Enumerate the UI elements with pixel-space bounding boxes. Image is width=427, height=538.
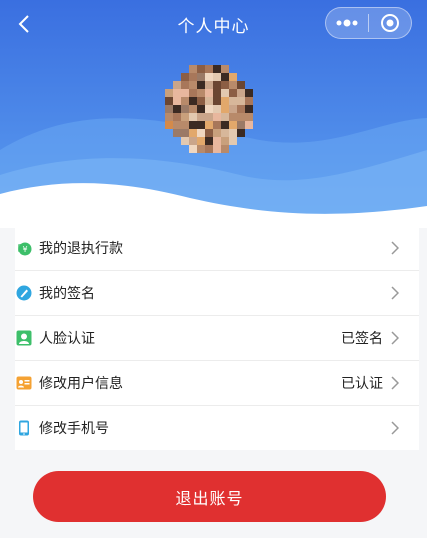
- menu-item-label: 我的退执行款: [39, 241, 123, 257]
- menu-item-change-phone[interactable]: 修改手机号: [15, 406, 419, 450]
- chevron-right-icon: [391, 376, 403, 390]
- profile-menu: ¥ 我的退执行款 我的签名 人脸认证 已签名 修改用户信息 已认证 修改手机号: [15, 226, 419, 450]
- close-button[interactable]: [369, 8, 411, 38]
- pen-icon: [16, 285, 32, 301]
- mini-program-capsule: [325, 7, 412, 39]
- user-card-icon: [16, 375, 32, 391]
- chevron-right-icon: [391, 241, 403, 255]
- menu-item-value: 已签名: [341, 331, 383, 347]
- chevron-right-icon: [391, 286, 403, 300]
- menu-item-label: 修改用户信息: [39, 376, 123, 392]
- profile-header: 个人中心: [0, 0, 427, 228]
- avatar[interactable]: [165, 65, 253, 153]
- menu-item-value: 已认证: [341, 376, 383, 392]
- svg-text:¥: ¥: [22, 245, 27, 254]
- phone-icon: [16, 420, 32, 436]
- more-button[interactable]: [326, 8, 368, 38]
- chevron-right-icon: [391, 421, 403, 435]
- menu-item-label: 修改手机号: [39, 421, 109, 437]
- menu-item-face-auth[interactable]: 人脸认证 已签名: [15, 316, 419, 361]
- menu-item-refund[interactable]: ¥ 我的退执行款: [15, 226, 419, 271]
- menu-item-signature[interactable]: 我的签名: [15, 271, 419, 316]
- face-id-icon: [16, 330, 32, 346]
- money-bag-icon: ¥: [16, 240, 32, 256]
- logout-button[interactable]: 退出账号: [33, 471, 386, 522]
- more-dots-icon: [336, 19, 358, 27]
- menu-item-label: 我的签名: [39, 286, 95, 302]
- menu-item-label: 人脸认证: [39, 331, 95, 347]
- chevron-right-icon: [391, 331, 403, 345]
- menu-item-edit-user-info[interactable]: 修改用户信息 已认证: [15, 361, 419, 406]
- target-circle-icon: [381, 14, 399, 32]
